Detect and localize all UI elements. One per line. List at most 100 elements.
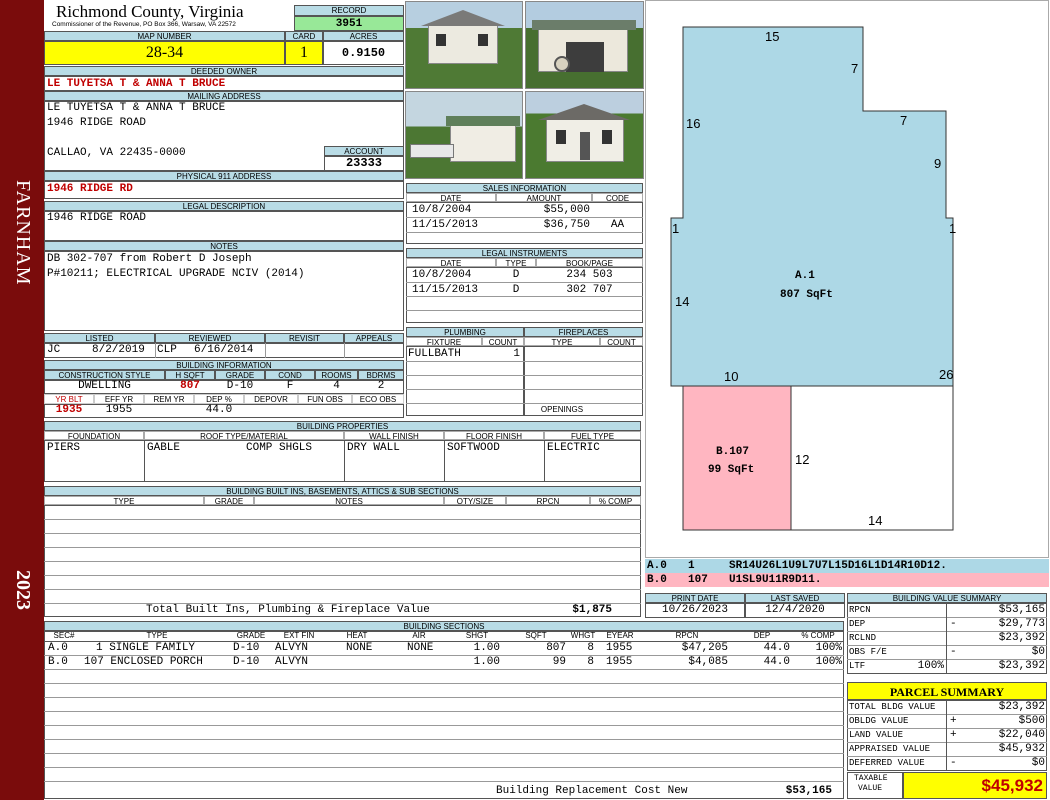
plumbing-h-count: COUNT <box>482 337 524 346</box>
bs-row-2-shgt: 1.00 <box>473 656 500 668</box>
bs-h-whgt: WHGT <box>570 631 596 640</box>
bi-h-ecoobs: ECO OBS <box>352 394 404 404</box>
revisit-header: REVISIT <box>265 333 344 343</box>
sketch-dim-right-lower: 26 <box>939 367 954 382</box>
plumbing-h-fixture: FIXTURE <box>406 337 482 346</box>
bs-h-extfin: EXT FIN <box>283 631 315 640</box>
bii-h-comp: % COMP <box>590 496 641 505</box>
bs-row-1-heat: NONE <box>346 642 373 654</box>
bi-dep: 44.0 <box>205 404 233 416</box>
bs-row-1-shgt: 1.00 <box>473 642 500 654</box>
physical-address: 1946 RIDGE RD <box>44 181 404 199</box>
bi-h-depovr: DEPOVR <box>244 394 298 404</box>
building-info-header: BUILDING INFORMATION <box>44 360 404 370</box>
bi-h-hsqft: H SQFT <box>165 370 215 380</box>
sketch-dim-right-jog: 1 <box>949 221 957 236</box>
last-saved-header: LAST SAVED <box>745 593 845 603</box>
bs-row-1-whgt: 8 <box>587 642 594 654</box>
bi-cond: F <box>286 380 294 392</box>
bi-yrblt: 1935 <box>55 404 83 416</box>
bs-row-1-rpcn: $47,205 <box>681 642 728 654</box>
bs-row-1-sec: A.0 <box>48 642 68 654</box>
bi-h-style: CONSTRUCTION STYLE <box>44 370 165 380</box>
vs-dep-value: $29,773 <box>998 618 1045 630</box>
sketch-b-label: B.107 <box>716 446 750 458</box>
ps-obldg-label: OBLDG VALUE <box>849 716 909 726</box>
year-label: 2023 <box>12 570 34 610</box>
garage-photo <box>525 1 644 89</box>
listed-date: 8/2/2019 <box>92 344 145 356</box>
bp-floor: SOFTWOOD <box>447 442 500 454</box>
bii-h-rpcn: RPCN <box>506 496 590 505</box>
map-number: 28-34 <box>44 41 285 65</box>
bi-grade: D-10 <box>226 380 254 392</box>
commissioner-address: Commissioner of the Revenue, PO Box 366,… <box>52 21 236 28</box>
bs-row-2-sec: B.0 <box>48 656 68 668</box>
taxable-value: $45,932 <box>903 772 1047 799</box>
notes-line-2: P#10211; ELECTRICAL UPGRADE NCIV (2014) <box>47 268 305 280</box>
bp-h-fuel: FUEL TYPE <box>544 431 641 440</box>
listed-header: LISTED <box>44 333 155 343</box>
house-photo-side <box>525 91 644 179</box>
vs-obs-label: OBS F/E <box>849 647 887 657</box>
ps-obldg-value: $500 <box>1018 715 1045 727</box>
bs-row-2-dep: 44.0 <box>763 656 790 668</box>
bs-h-type: TYPE <box>146 631 168 640</box>
ps-land-label: LAND VALUE <box>849 730 904 740</box>
bs-row-2-eyear: 1955 <box>606 656 633 668</box>
bs-h-sec: SEC# <box>53 631 75 640</box>
bs-h-heat: HEAT <box>346 631 368 640</box>
print-date-header: PRINT DATE <box>645 593 745 603</box>
bs-row-1-comp: 100% <box>815 642 842 654</box>
fireplaces-header: FIREPLACES <box>524 327 643 337</box>
bs-row-2-whgt: 8 <box>587 656 594 668</box>
notes-line-1: DB 302-707 from Robert D Joseph <box>47 253 252 265</box>
deeded-owner-header: DEEDED OWNER <box>44 66 404 76</box>
bs-h-sqft: SQFT <box>525 631 547 640</box>
sketch-legend-a-id: A.0 <box>647 560 667 572</box>
sketch-dim-notch-h: 7 <box>900 113 908 128</box>
ps-appraised-label: APPRAISED VALUE <box>849 744 931 754</box>
bp-roof-material: COMP SHGLS <box>246 442 313 454</box>
legal-description-header: LEGAL DESCRIPTION <box>44 201 404 211</box>
bs-row-2-grade: D-10 <box>233 656 260 668</box>
li-h-type: TYPE <box>496 258 536 267</box>
ps-deferred-label: DEFERRED VALUE <box>849 758 925 768</box>
sales-header: SALES INFORMATION <box>406 183 643 193</box>
bp-h-floor: FLOOR FINISH <box>444 431 544 440</box>
record-header: RECORD <box>294 5 404 16</box>
sketch-dim-bottom: 14 <box>868 513 883 528</box>
map-number-header: MAP NUMBER <box>44 31 285 41</box>
bi-effyr: 1955 <box>105 404 133 416</box>
sale-1-date: 10/8/2004 <box>412 204 472 216</box>
sales-h-code: CODE <box>592 193 643 202</box>
mailing-line-3: CALLAO, VA 22435-0000 <box>47 147 186 159</box>
print-date: 10/26/2023 <box>645 603 745 618</box>
sketch-section-a <box>670 26 954 387</box>
sketch-legend-b-id: B.0 <box>647 574 667 586</box>
building-sections-header: BUILDING SECTIONS <box>44 621 844 631</box>
listed-by: JC <box>47 344 61 356</box>
ps-total-bldg-label: TOTAL BLDG VALUE <box>849 702 936 712</box>
li-h-book: BOOK/PAGE <box>536 258 643 267</box>
ps-land-value: $22,040 <box>998 729 1045 741</box>
bi-h-effyr: EFF YR <box>94 394 144 404</box>
legal-instruments-header: LEGAL INSTRUMENTS <box>406 248 643 258</box>
sales-h-amount: AMOUNT <box>496 193 592 202</box>
sketch-section-b <box>682 385 792 531</box>
bp-h-foundation: FOUNDATION <box>44 431 144 440</box>
last-saved-date: 12/4/2020 <box>745 603 845 618</box>
built-ins-header: BUILDING BUILT INS, BASEMENTS, ATTICS & … <box>44 486 641 496</box>
legal-description: 1946 RIDGE ROAD <box>47 212 147 224</box>
mailing-address-header: MAILING ADDRESS <box>44 91 404 101</box>
physical-address-header: PHYSICAL 911 ADDRESS <box>44 171 404 181</box>
bi-rooms: 4 <box>333 380 340 392</box>
sketch-legend-a-path: SR14U26L1U9L7U7L15D16L1D14R10D12. <box>729 560 947 572</box>
account-number: 23333 <box>324 156 404 171</box>
sale-1-amount: $55,000 <box>543 204 590 216</box>
bs-h-grade: GRADE <box>236 631 266 640</box>
bii-h-grade: GRADE <box>204 496 254 505</box>
bi-h-yrblt: YR BLT <box>44 394 94 404</box>
built-ins-total-value: $1,875 <box>572 604 612 616</box>
district-label: FARNHAM <box>12 180 34 286</box>
